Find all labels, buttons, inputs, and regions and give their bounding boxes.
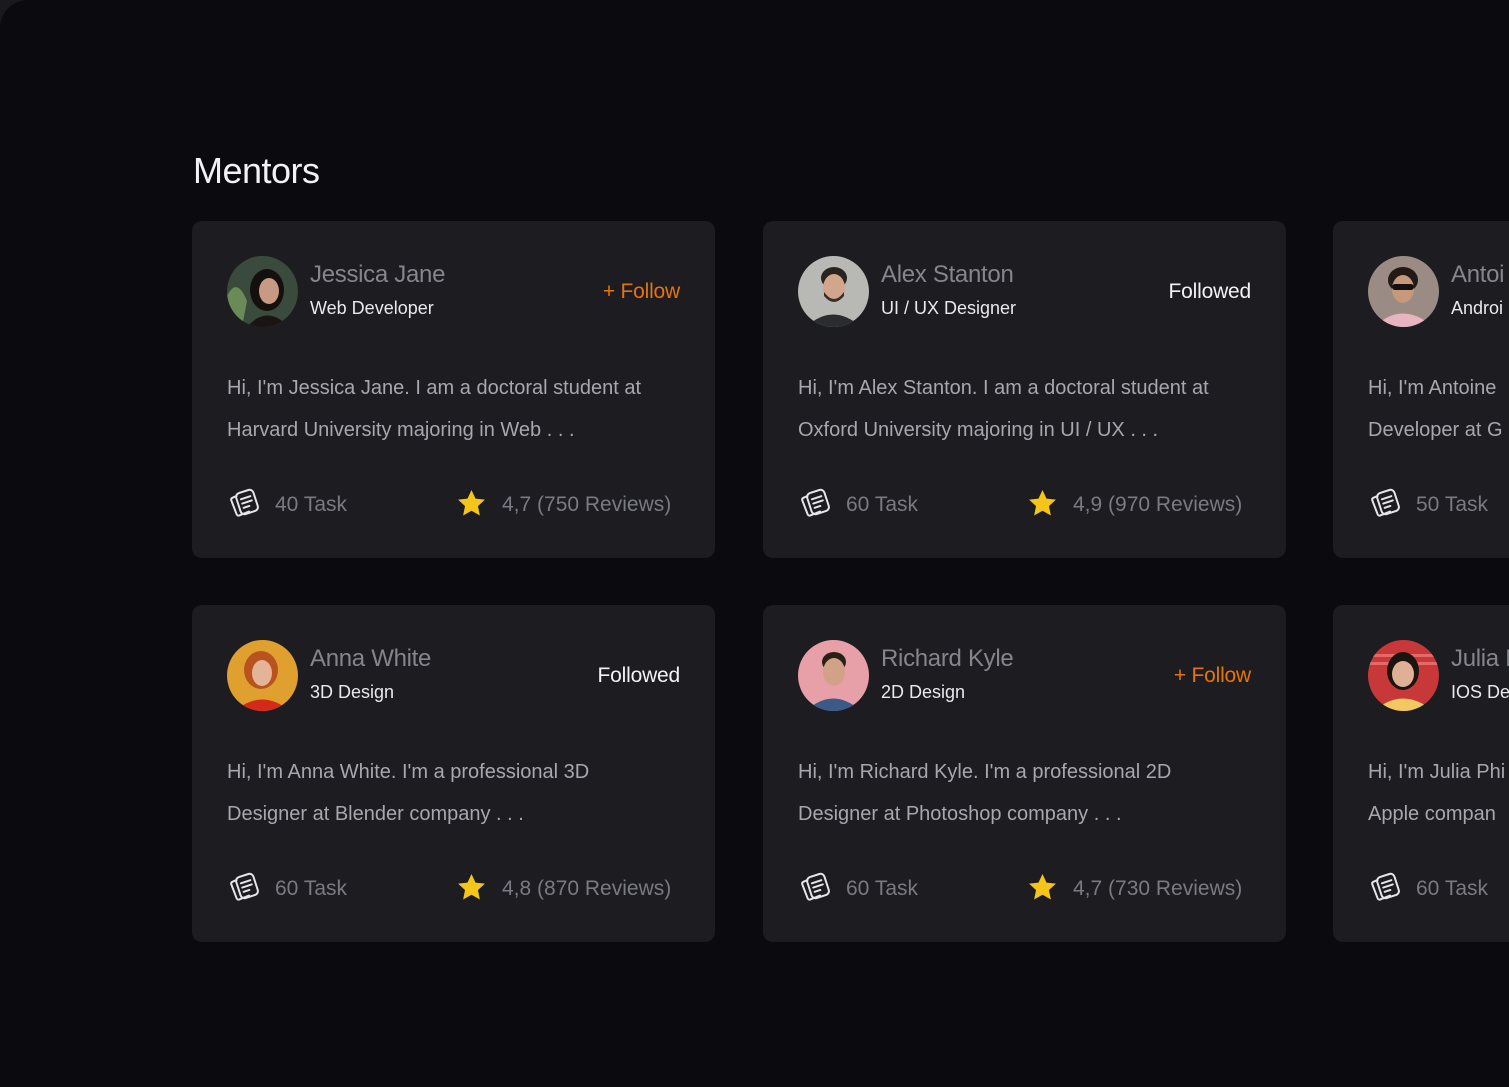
mentor-bio: Hi, I'm Alex Stanton. I am a doctoral st… [798,367,1253,451]
mentor-role: Web Developer [310,298,434,318]
task-count: 60 Task [275,877,347,900]
task-list-icon [230,488,259,517]
task-list-icon [801,488,830,517]
task-count: 60 Task [1416,877,1488,900]
bio-line: Designer at Blender company . . . [227,803,524,825]
page-title: Mentors [193,150,320,191]
mentor-role: 3D Design [310,682,395,702]
bio-line: Designer at Photoshop company . . . [798,803,1122,825]
avatar [1368,256,1439,327]
bio-line: Oxford University majoring in UI / UX . … [798,419,1159,441]
avatar [798,256,869,327]
task-count: 40 Task [275,493,347,516]
follow-button[interactable]: + Follow [603,280,680,304]
bio-line: Apple compan [1368,803,1496,825]
avatar [798,640,869,711]
bio-line: Hi, I'm Richard Kyle. I'm a professional… [798,761,1172,783]
mentor-role: UI / UX Designer [881,298,1017,318]
rating-text: 4,8 (870 Reviews) [502,877,672,900]
mentor-card[interactable]: Julia P IOS De Hi, I'm Julia Phi Apple c… [1333,605,1509,942]
mentor-bio: Hi, I'm Antoine Developer at G [1368,367,1509,451]
bio-line: Developer at G [1368,419,1503,441]
bio-line: Hi, I'm Anna White. I'm a professional 3… [227,761,590,783]
rating-text: 4,7 (750 Reviews) [502,493,672,516]
mentor-card[interactable]: Alex Stanton UI / UX Designer Followed H… [763,221,1286,558]
mentor-role: Androi [1451,298,1504,318]
avatar [1368,640,1439,711]
mentor-name: Jessica Jane [310,261,446,288]
mentor-bio: Hi, I'm Anna White. I'm a professional 3… [227,751,682,835]
mentor-card[interactable]: Antoi Androi Hi, I'm Antoine Developer a… [1333,221,1509,558]
bio-line: Harvard University majoring in Web . . . [227,419,575,441]
mentor-card[interactable]: Anna White 3D Design Followed Hi, I'm An… [192,605,715,942]
task-count: 60 Task [846,493,918,516]
mentors-screen: Mentors Jessica Jane Web Developer + Fol… [0,0,1509,1087]
mentor-name: Richard Kyle [881,645,1014,672]
task-list-icon [1371,872,1400,901]
task-list-icon [230,872,259,901]
follow-button[interactable]: + Follow [1174,664,1251,688]
mentor-bio: Hi, I'm Julia Phi Apple compan [1368,751,1509,835]
star-icon [1029,873,1056,900]
task-list-icon [801,872,830,901]
task-count: 60 Task [846,877,918,900]
bio-line: Hi, I'm Alex Stanton. I am a doctoral st… [798,377,1209,399]
bio-line: Hi, I'm Julia Phi [1368,761,1506,783]
task-list-icon [1371,488,1400,517]
mentor-role: IOS De [1451,682,1509,702]
mentor-role: 2D Design [881,682,966,702]
mentor-name: Anna White [310,645,432,672]
mentor-bio: Hi, I'm Richard Kyle. I'm a professional… [798,751,1253,835]
mentor-name: Alex Stanton [881,261,1014,288]
followed-button[interactable]: Followed [1169,280,1252,304]
star-icon [458,873,485,900]
mentor-name: Julia P [1451,645,1509,672]
task-count: 50 Task [1416,493,1488,516]
avatar [227,256,298,327]
star-icon [1029,489,1056,516]
mentor-name: Antoi [1451,261,1505,288]
avatar [227,640,298,711]
bio-line: Hi, I'm Antoine [1368,377,1497,399]
mentor-card[interactable]: Richard Kyle 2D Design + Follow Hi, I'm … [763,605,1286,942]
mentor-card[interactable]: Jessica Jane Web Developer + Follow Hi, … [192,221,715,558]
bio-line: Hi, I'm Jessica Jane. I am a doctoral st… [227,377,642,399]
rating-text: 4,7 (730 Reviews) [1073,877,1243,900]
star-icon [458,489,485,516]
followed-button[interactable]: Followed [598,664,681,688]
rating-text: 4,9 (970 Reviews) [1073,493,1243,516]
mentor-bio: Hi, I'm Jessica Jane. I am a doctoral st… [227,367,682,451]
